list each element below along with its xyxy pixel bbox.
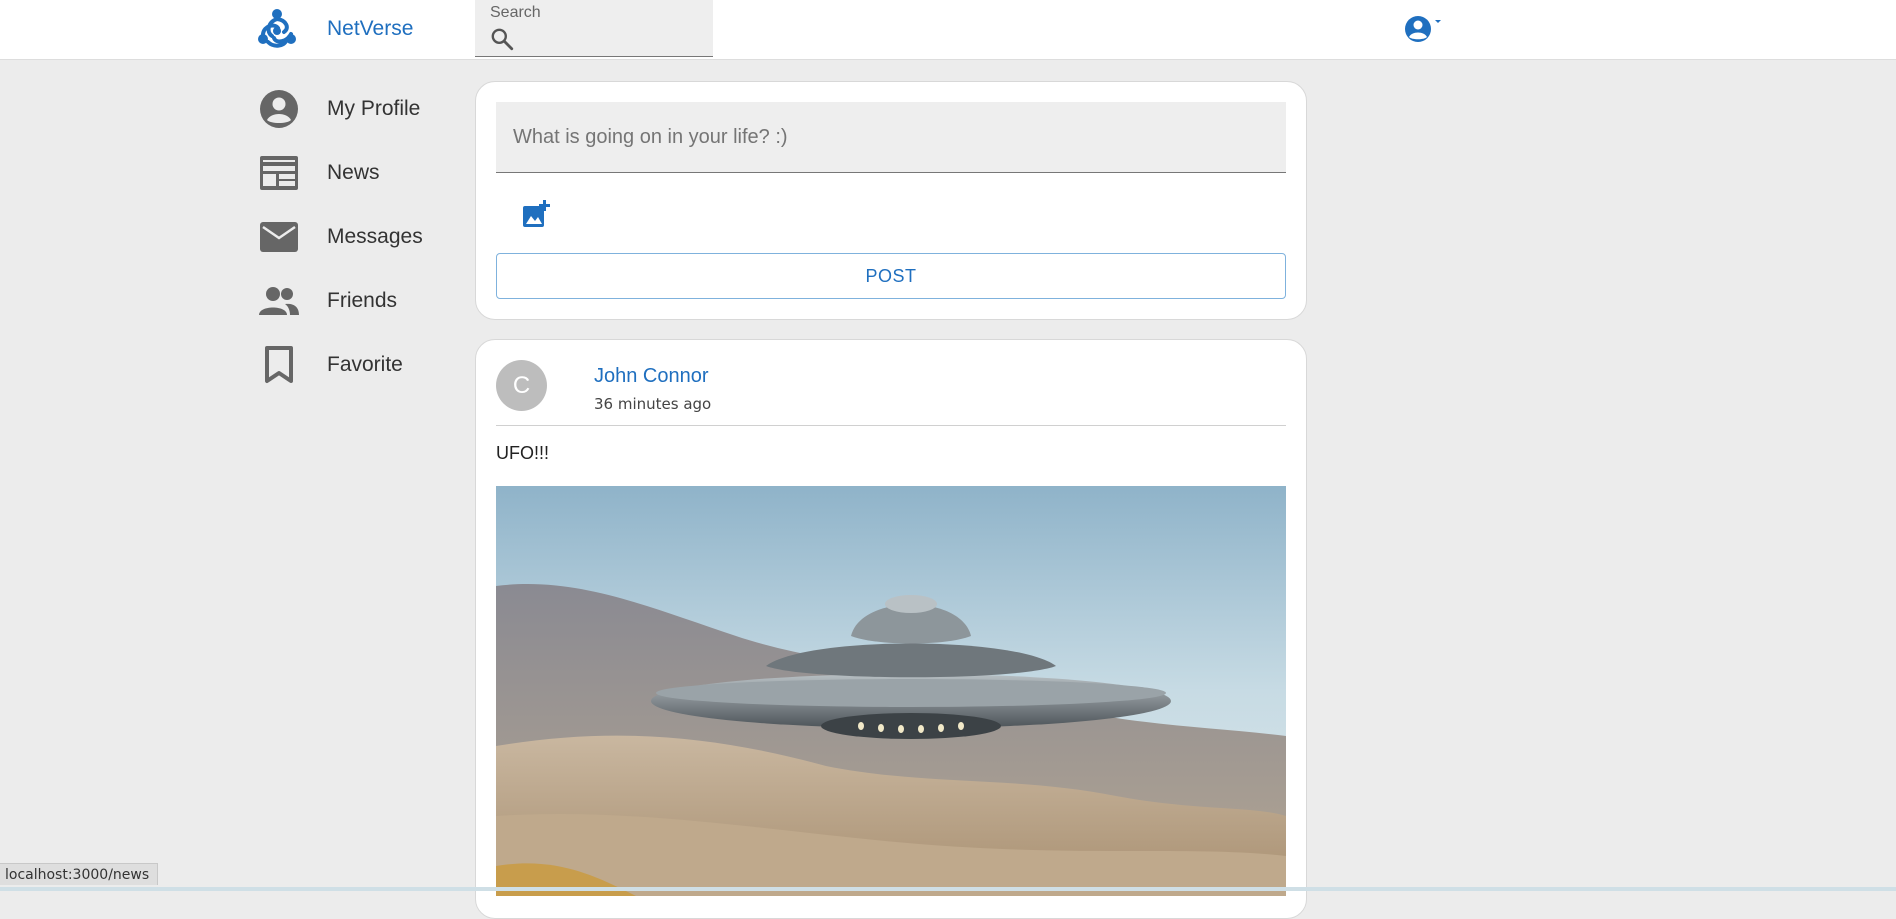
sidebar-item-favorite[interactable]: Favorite — [254, 333, 454, 397]
search-label: Search — [490, 4, 541, 21]
bookmark-icon — [254, 340, 304, 390]
sidebar-item-label: News — [327, 161, 380, 184]
account-circle-icon — [254, 84, 304, 134]
sidebar-item-friends[interactable]: Friends — [254, 269, 454, 333]
sidebar-nav: My Profile News Messages Friends Favorit… — [254, 77, 454, 397]
search-input[interactable] — [521, 26, 701, 52]
post-button[interactable]: POST — [496, 253, 1286, 299]
post-text: UFO!!! — [496, 443, 549, 463]
chevron-down-icon — [1435, 20, 1441, 23]
post-author-link[interactable]: John Connor — [594, 365, 709, 388]
divider — [0, 887, 1896, 891]
sidebar-item-label: My Profile — [327, 97, 421, 120]
feed-post: C John Connor 36 minutes ago UFO!!! — [475, 339, 1307, 919]
search-box[interactable]: Search — [475, 0, 713, 57]
search-icon — [491, 28, 514, 51]
sidebar-item-messages[interactable]: Messages — [254, 205, 454, 269]
sidebar-item-label: Friends — [327, 289, 398, 312]
post-composer: POST — [475, 81, 1307, 320]
sidebar-item-label: Favorite — [327, 353, 403, 376]
netverse-logo-icon — [258, 9, 296, 48]
composer-input[interactable] — [511, 124, 1271, 150]
account-menu-button[interactable] — [1402, 14, 1446, 44]
sidebar-item-label: Messages — [327, 225, 423, 248]
mail-icon — [254, 212, 304, 262]
brand-name: NetVerse — [327, 17, 414, 40]
people-icon — [254, 276, 304, 326]
divider — [496, 425, 1286, 426]
composer-field[interactable] — [496, 102, 1286, 173]
post-image[interactable] — [496, 486, 1286, 896]
avatar[interactable]: C — [496, 360, 547, 411]
newspaper-icon — [254, 148, 304, 198]
ufo-photo — [496, 486, 1286, 896]
add-photo-icon — [523, 200, 550, 227]
sidebar-item-news[interactable]: News — [254, 141, 454, 205]
account-circle-icon — [1405, 16, 1441, 42]
sidebar-item-my-profile[interactable]: My Profile — [254, 77, 454, 141]
browser-status-url: localhost:3000/news — [0, 863, 159, 885]
add-photo-button[interactable] — [521, 199, 551, 229]
post-timestamp: 36 minutes ago — [594, 395, 712, 413]
top-app-bar: NetVerse Search — [0, 0, 1896, 60]
brand[interactable]: NetVerse — [254, 6, 413, 52]
